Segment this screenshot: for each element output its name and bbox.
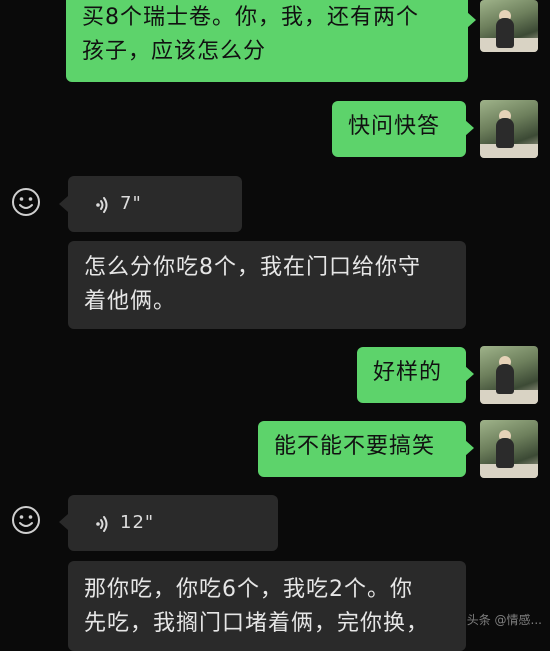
voice-wave-icon — [92, 512, 114, 534]
avatar-figure — [496, 118, 514, 148]
bubble-tail — [59, 514, 68, 530]
bubble-tail — [467, 12, 476, 28]
bubble-tail — [465, 120, 474, 136]
watermark: 头条 @情感... — [466, 613, 542, 627]
my-avatar[interactable] — [480, 100, 538, 158]
message-bubble-incoming[interactable]: 那你吃，你吃6个，我吃2个。你 先吃，我搁门口堵着俩，完你换， — [68, 561, 466, 651]
bubble-tail — [465, 440, 474, 456]
message-line: 买8个瑞士卷。你，我，还有两个 — [82, 5, 419, 30]
avatar-figure — [496, 18, 514, 48]
voice-wave-icon — [92, 193, 114, 215]
message-line: 能不能不要搞笑 — [274, 434, 436, 459]
smiley-face-icon[interactable] — [0, 176, 52, 228]
smiley-face-icon[interactable] — [0, 494, 52, 546]
voice-message-bubble[interactable]: 12" — [68, 495, 278, 551]
message-bubble-outgoing[interactable]: 能不能不要搞笑 — [258, 421, 466, 477]
avatar-figure — [496, 438, 514, 468]
message-line: 孩子，应该怎么分 — [82, 39, 267, 64]
message-line: 先吃，我搁门口堵着俩，完你换， — [84, 611, 430, 636]
message-line: 那你吃，你吃6个，我吃2个。你 — [84, 577, 413, 602]
voice-duration: 7" — [120, 193, 142, 214]
chat-window: 买8个瑞士卷。你，我，还有两个 孩子，应该怎么分 快问快答 7" 怎么分你吃8个… — [0, 0, 550, 651]
message-bubble-outgoing[interactable]: 好样的 — [357, 347, 466, 403]
message-bubble-incoming[interactable]: 怎么分你吃8个，我在门口给你守 着他俩。 — [68, 241, 466, 329]
message-line: 着他俩。 — [84, 289, 177, 314]
my-avatar[interactable] — [480, 346, 538, 404]
voice-duration: 12" — [120, 512, 155, 533]
message-bubble-outgoing[interactable]: 快问快答 — [332, 101, 466, 157]
avatar-figure — [496, 364, 514, 394]
bubble-tail — [59, 196, 68, 212]
message-line: 怎么分你吃8个，我在门口给你守 — [84, 255, 421, 280]
message-bubble-outgoing[interactable]: 买8个瑞士卷。你，我，还有两个 孩子，应该怎么分 — [66, 0, 468, 82]
bubble-tail — [465, 366, 474, 382]
my-avatar[interactable] — [480, 420, 538, 478]
voice-message-bubble[interactable]: 7" — [68, 176, 242, 232]
message-line: 好样的 — [373, 360, 443, 385]
message-line: 快问快答 — [348, 114, 441, 139]
my-avatar[interactable] — [480, 0, 538, 52]
